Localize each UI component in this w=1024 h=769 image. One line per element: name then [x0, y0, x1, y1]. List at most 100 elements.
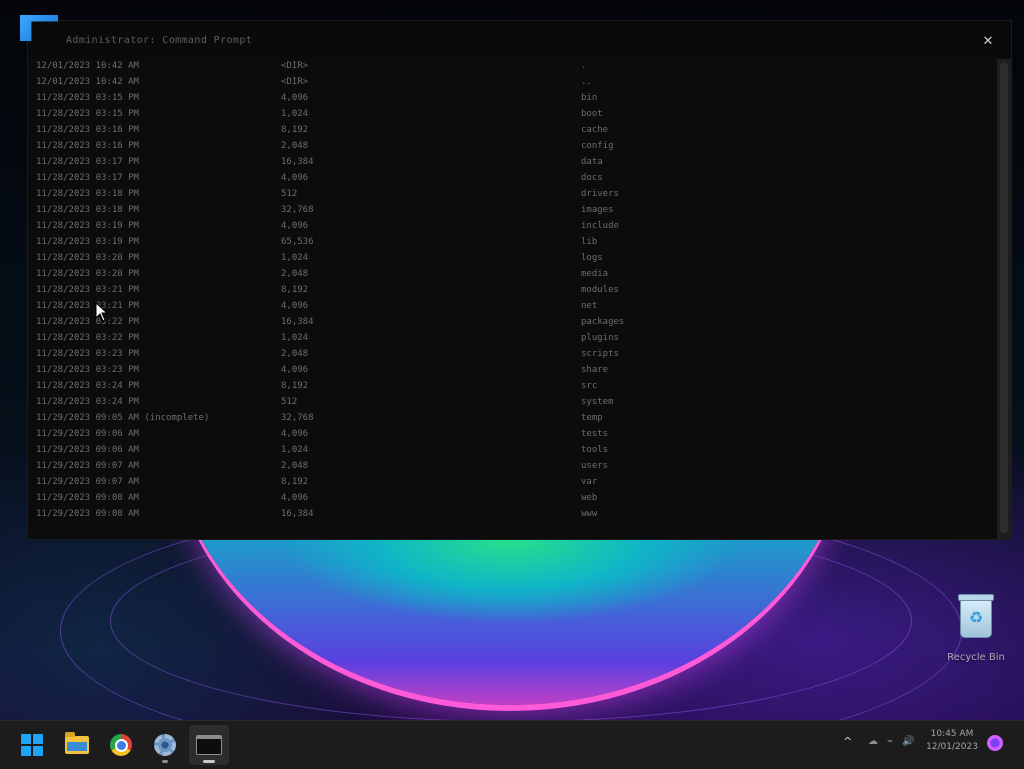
terminal-line-field: 11/28/2023 03:18 PM — [36, 205, 139, 215]
terminal-line-field: drivers — [581, 189, 619, 199]
terminal-line: 11/28/2023 03:20 PM 1,024 logs — [28, 253, 988, 269]
terminal-line: 11/28/2023 03:24 PM 512 system — [28, 397, 988, 413]
terminal-line-field: 11/29/2023 09:08 AM — [36, 493, 139, 503]
terminal-line-field: lib — [581, 237, 598, 247]
terminal-line-field: tests — [581, 429, 609, 439]
terminal-line-field: system — [581, 397, 614, 407]
terminal-line: 11/29/2023 09:06 AM 4,096 tests — [28, 429, 988, 445]
windows-start-icon — [21, 734, 43, 756]
terminal-line-field: 4,096 — [281, 221, 309, 231]
terminal-line-field: var — [581, 477, 598, 487]
terminal-line-field: modules — [581, 285, 619, 295]
terminal-line: 11/29/2023 09:08 AM 4,096 web — [28, 493, 988, 509]
recycle-bin-desktop-icon[interactable]: ♻ Recycle Bin — [940, 594, 1012, 664]
terminal-line-field: data — [581, 157, 603, 167]
clock-time: 10:45 AM — [930, 729, 974, 739]
terminal-line: 11/28/2023 03:19 PM 65,536 lib — [28, 237, 988, 253]
terminal-line-field: 11/28/2023 03:16 PM — [36, 125, 139, 135]
active-indicator — [203, 760, 215, 763]
terminal-line: 11/28/2023 03:15 PM 1,024 boot — [28, 109, 988, 125]
terminal-line-field: net — [581, 301, 598, 311]
terminal-line-field: 1,024 — [281, 253, 309, 263]
terminal-line-field: 32,768 — [281, 205, 314, 215]
chrome-button[interactable] — [101, 725, 141, 765]
terminal-line-field: 8,192 — [281, 477, 309, 487]
terminal-line-field: 11/28/2023 03:15 PM — [36, 93, 139, 103]
terminal-line-field: 11/29/2023 09:07 AM — [36, 477, 139, 487]
terminal-line-field: 4,096 — [281, 301, 309, 311]
terminal-line-field: 1,024 — [281, 109, 309, 119]
terminal-line-field: 65,536 — [281, 237, 314, 247]
terminal-line-field: 11/29/2023 09:07 AM — [36, 461, 139, 471]
terminal-line-field: 2,048 — [281, 141, 309, 151]
notification-center-icon[interactable] — [987, 735, 1003, 751]
terminal-line-field: packages — [581, 317, 625, 327]
terminal-line-field: 11/28/2023 03:17 PM — [36, 173, 139, 183]
terminal-line: 11/28/2023 03:18 PM 32,768 images — [28, 205, 988, 221]
terminal-line-field: cache — [581, 125, 609, 135]
terminal-icon — [196, 735, 222, 755]
recycle-bin-label: Recycle Bin — [947, 652, 1005, 663]
terminal-line-field: 16,384 — [281, 509, 314, 519]
command-prompt-window[interactable]: Administrator: Command Prompt ✕ 12/01/20… — [20, 15, 1012, 540]
terminal-line-field: plugins — [581, 333, 619, 343]
terminal-line-field: 11/28/2023 03:20 PM — [36, 253, 139, 263]
file-explorer-button[interactable] — [57, 725, 97, 765]
terminal-line-field: 12/01/2023 10:42 AM — [36, 77, 139, 87]
terminal-line-field: <DIR> — [281, 77, 309, 87]
terminal-line-field: 4,096 — [281, 365, 309, 375]
terminal-line: 11/28/2023 03:21 PM 8,192 modules — [28, 285, 988, 301]
terminal-line: 12/01/2023 10:42 AM <DIR>.. — [28, 77, 988, 93]
chrome-icon — [110, 734, 132, 756]
start-button[interactable] — [12, 725, 52, 765]
terminal-line-field: boot — [581, 109, 603, 119]
taskbar-clock[interactable]: 10:45 AM 12/01/2023 — [920, 728, 984, 754]
terminal-line-field: 2,048 — [281, 269, 309, 279]
scrollbar-thumb[interactable] — [1000, 63, 1008, 533]
terminal-line-field: 4,096 — [281, 93, 309, 103]
terminal-line: 11/28/2023 03:22 PM 16,384 packages — [28, 317, 988, 333]
terminal-line-field: config — [581, 141, 614, 151]
window-titlebar[interactable]: Administrator: Command Prompt ✕ — [20, 15, 1011, 59]
terminal-line: 11/28/2023 03:16 PM 8,192 cache — [28, 125, 988, 141]
terminal-line-field: 11/28/2023 03:23 PM — [36, 365, 139, 375]
terminal-line-field: 11/29/2023 09:06 AM — [36, 445, 139, 455]
terminal-line-field: 4,096 — [281, 173, 309, 183]
terminal-line-field: 11/28/2023 03:15 PM — [36, 109, 139, 119]
terminal-line-field: bin — [581, 93, 598, 103]
terminal-line-field: images — [581, 205, 614, 215]
terminal-line: 11/29/2023 09:05 AM (incomplete) 32,768 te… — [28, 413, 988, 429]
terminal-line-field: www — [581, 509, 598, 519]
running-indicator — [162, 760, 168, 763]
terminal-line: 11/28/2023 03:18 PM 512 drivers — [28, 189, 988, 205]
terminal-output[interactable]: 12/01/2023 10:42 AM <DIR>. 12/01/2023 10:4… — [28, 59, 994, 539]
terminal-line-field: 11/28/2023 03:22 PM — [36, 333, 139, 343]
terminal-line-field: 16,384 — [281, 317, 314, 327]
terminal-line-field: 11/28/2023 03:21 PM — [36, 285, 139, 295]
close-button[interactable]: ✕ — [977, 33, 999, 51]
terminal-line: 11/28/2023 03:17 PM 4,096 docs — [28, 173, 988, 189]
terminal-line-field: 11/28/2023 03:18 PM — [36, 189, 139, 199]
terminal-line-field: docs — [581, 173, 603, 183]
terminal-line: 11/28/2023 03:20 PM 2,048 media — [28, 269, 988, 285]
terminal-line-field: 2,048 — [281, 461, 309, 471]
command-prompt-app-icon — [20, 15, 58, 41]
terminal-line: 11/28/2023 03:23 PM 2,048 scripts — [28, 349, 988, 365]
gear-icon — [154, 734, 176, 756]
mouse-pointer-icon — [95, 302, 109, 322]
terminal-line-field: 2,048 — [281, 349, 309, 359]
terminal-line-field: 11/28/2023 03:17 PM — [36, 157, 139, 167]
terminal-line: 11/29/2023 09:06 AM 1,024 tools — [28, 445, 988, 461]
settings-button[interactable] — [145, 725, 185, 765]
terminal-line-field: 11/29/2023 09:06 AM — [36, 429, 139, 439]
system-tray-icons[interactable]: ☁ ⌁ 🔊 — [868, 736, 918, 747]
terminal-line-field: 8,192 — [281, 381, 309, 391]
terminal-button[interactable] — [189, 725, 229, 765]
terminal-line-field: .. — [581, 77, 592, 87]
terminal-line-field: 12/01/2023 10:42 AM — [36, 61, 139, 71]
tray-overflow-chevron-icon[interactable]: ^ — [843, 735, 852, 748]
terminal-line-field: 32,768 — [281, 413, 314, 423]
terminal-line: 11/28/2023 03:22 PM 1,024 plugins — [28, 333, 988, 349]
terminal-scrollbar[interactable] — [997, 59, 1011, 539]
terminal-line: 11/29/2023 09:07 AM 8,192 var — [28, 477, 988, 493]
